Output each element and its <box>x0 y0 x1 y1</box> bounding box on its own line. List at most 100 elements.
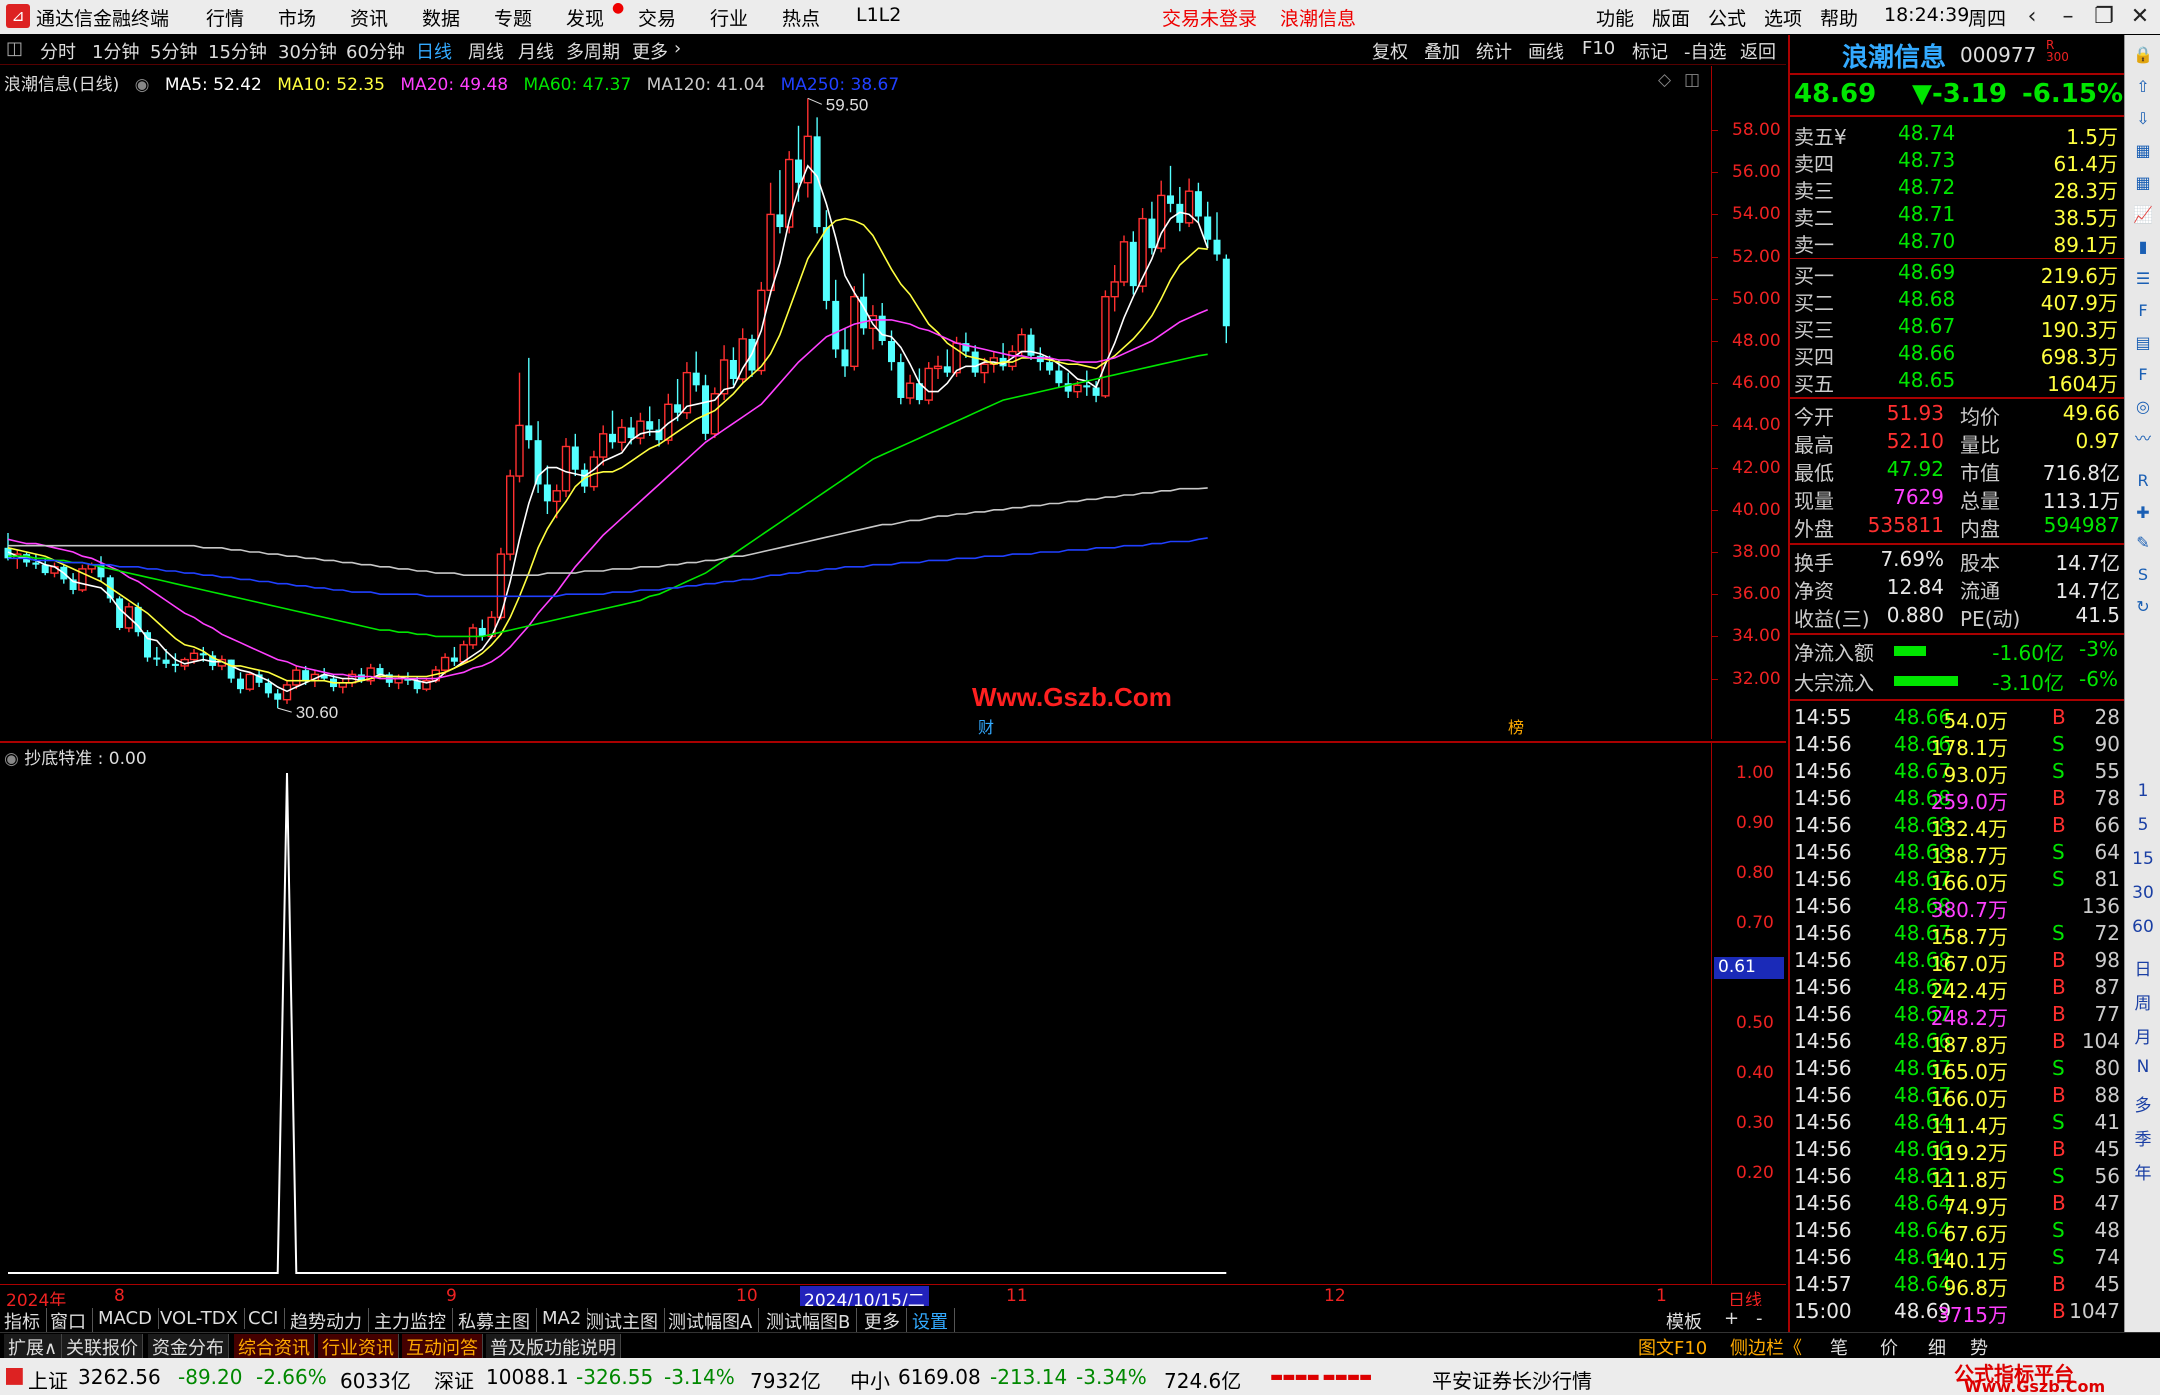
fs-icon[interactable]: S <box>2131 563 2155 587</box>
bottom-tab[interactable]: 综合资讯 <box>234 1334 315 1360</box>
period-shortcut[interactable]: 月 <box>2125 1023 2160 1048</box>
menu-hangye[interactable]: 行业 <box>710 4 748 31</box>
period-shortcut[interactable]: N <box>2125 1057 2160 1077</box>
bottom-tab-right[interactable]: 价 <box>1880 1334 1898 1360</box>
f2-icon[interactable]: F <box>2131 363 2155 387</box>
order-book-row[interactable]: 买一 48.69 219.6万 <box>1790 260 2124 288</box>
bottom-tab-right[interactable]: 势 <box>1970 1334 1988 1360</box>
menu-hangqing[interactable]: 行情 <box>206 4 244 31</box>
back-icon[interactable]: ‹ <box>2014 2 2050 32</box>
indicator-toggle-icon[interactable]: ◉ <box>4 749 19 769</box>
order-book-row[interactable]: 买五 48.65 1604万 <box>1790 368 2124 396</box>
tool-huaxian[interactable]: 画线 <box>1528 38 1564 64</box>
pen-icon[interactable]: ✎ <box>2131 531 2155 555</box>
period-shortcut[interactable]: 季 <box>2125 1125 2160 1150</box>
menu-shuju[interactable]: 数据 <box>422 4 460 31</box>
bottom-tab[interactable]: 关联报价 <box>62 1334 143 1360</box>
period-monthly[interactable]: 月线 <box>518 38 554 64</box>
toggle-panel-icon[interactable]: ◫ <box>6 38 23 59</box>
f10-icon[interactable]: F <box>2131 299 2155 323</box>
period-shortcut[interactable]: 1 <box>2125 781 2160 801</box>
rsi-icon[interactable]: R <box>2131 469 2155 493</box>
crosshair-icon[interactable]: ✚ <box>2131 501 2155 525</box>
indicator-tab[interactable]: 测试主图 <box>586 1308 665 1334</box>
order-book-row[interactable]: 买四 48.66 698.3万 <box>1790 341 2124 369</box>
order-book-row[interactable]: 卖一 48.70 89.1万 <box>1790 229 2124 257</box>
indicator-svg[interactable] <box>0 743 1711 1284</box>
menu-banmian[interactable]: 版面 <box>1652 4 1690 31</box>
restore-icon[interactable]: ❐ <box>2086 2 2122 32</box>
indicator-tab[interactable]: 测试幅图A <box>668 1308 760 1334</box>
period-5min[interactable]: 5分钟 <box>150 38 197 64</box>
order-book-row[interactable]: 卖三 48.72 28.3万 <box>1790 175 2124 203</box>
menu-gongshi[interactable]: 公式 <box>1708 4 1746 31</box>
indicator-tab-right[interactable]: 模板 <box>1666 1308 1702 1334</box>
bottom-tab[interactable]: 资金分布 <box>148 1334 229 1360</box>
tool-fanhui[interactable]: 返回 <box>1740 38 1776 64</box>
wave-icon[interactable]: 〰 <box>2131 427 2155 451</box>
chevron-right-icon[interactable]: › <box>674 38 681 59</box>
menu-jiaoyi[interactable]: 交易 <box>638 4 676 31</box>
scan-icon[interactable]: ◎ <box>2131 395 2155 419</box>
bottom-tab[interactable]: 扩展∧ <box>4 1334 63 1360</box>
menu-l1l2[interactable]: L1L2 <box>856 4 901 26</box>
legend-toggle-icon[interactable]: ◉ <box>135 75 150 95</box>
tool-zixuan[interactable]: -自选 <box>1684 38 1727 64</box>
indicator-tab[interactable]: 设置 <box>912 1308 955 1334</box>
line-chart-icon[interactable]: 📈 <box>2131 203 2155 227</box>
indicator-chart[interactable] <box>0 741 1711 1284</box>
bottom-tab[interactable]: 互动问答 <box>402 1334 483 1360</box>
indicator-tab-right[interactable]: + <box>1724 1308 1739 1329</box>
menu-faxian[interactable]: 发现 <box>566 4 604 31</box>
refresh-icon[interactable]: ↻ <box>2131 595 2155 619</box>
tool-tongji[interactable]: 统计 <box>1476 38 1512 64</box>
flow-row[interactable]: 大宗流入 -3.10亿 -6% <box>1790 667 2124 697</box>
period-shortcut[interactable]: 30 <box>2125 883 2160 903</box>
menu-xuanxiang[interactable]: 选项 <box>1764 4 1802 31</box>
zx-name[interactable]: 中小 <box>850 1365 890 1394</box>
order-book-row[interactable]: 卖五¥ 48.74 1.5万 <box>1790 121 2124 149</box>
indicator-tab[interactable]: 指标 <box>4 1308 47 1334</box>
period-shortcut[interactable]: 60 <box>2125 917 2160 937</box>
period-shortcut[interactable]: 多 <box>2125 1091 2160 1116</box>
indicator-tab[interactable]: CCI <box>248 1308 286 1329</box>
panel-icon[interactable]: ◫ <box>1684 70 1700 90</box>
arrow-up-icon[interactable]: ⇧ <box>2131 75 2155 99</box>
period-shortcut[interactable]: 年 <box>2125 1159 2160 1184</box>
indicator-tab[interactable]: 测试幅图B <box>766 1308 858 1334</box>
period-60min[interactable]: 60分钟 <box>346 38 405 64</box>
indicator-tab-right[interactable]: - <box>1756 1308 1763 1329</box>
indicator-tab[interactable]: 私募主图 <box>458 1308 537 1334</box>
close-icon[interactable]: ✕ <box>2122 2 2158 32</box>
order-book-row[interactable]: 卖四 48.73 61.4万 <box>1790 148 2124 176</box>
arrow-down-icon[interactable]: ⇩ <box>2131 107 2155 131</box>
bottom-tab-right[interactable]: 图文F10 <box>1638 1334 1707 1360</box>
menu-shichang[interactable]: 市场 <box>278 4 316 31</box>
indicator-tab[interactable]: MACD <box>98 1308 159 1329</box>
period-fenshi[interactable]: 分时 <box>40 38 76 64</box>
lock-icon[interactable]: 🔒 <box>2131 43 2155 67</box>
order-book-row[interactable]: 卖二 48.71 38.5万 <box>1790 202 2124 230</box>
indicator-tab[interactable]: 趋势动力 <box>290 1308 369 1334</box>
period-daily[interactable]: 日线 <box>416 38 452 64</box>
menu-gongneng[interactable]: 功能 <box>1596 4 1634 31</box>
flow-row[interactable]: 净流入额 -1.60亿 -3% <box>1790 637 2124 667</box>
menu-zixun[interactable]: 资讯 <box>350 4 388 31</box>
bottom-tab-right[interactable]: 侧边栏《 <box>1730 1334 1802 1360</box>
order-book-row[interactable]: 买二 48.68 407.9万 <box>1790 287 2124 315</box>
list-icon[interactable]: ☰ <box>2131 267 2155 291</box>
tool-fuquan[interactable]: 复权 <box>1372 38 1408 64</box>
bottom-tab-right[interactable]: 笔 <box>1830 1334 1848 1360</box>
order-book-row[interactable]: 买三 48.67 190.3万 <box>1790 314 2124 342</box>
menu-bangzhu[interactable]: 帮助 <box>1820 4 1858 31</box>
kline-chart[interactable]: 59.50 30.60 Www.Gszb.Com 财 榜 <box>0 66 1711 739</box>
indicator-tab[interactable]: MA2 <box>542 1308 589 1329</box>
candle-icon[interactable]: ▮ <box>2131 235 2155 259</box>
table-icon[interactable]: ▤ <box>2131 331 2155 355</box>
period-more[interactable]: 更多 <box>632 38 668 64</box>
bottom-tab[interactable]: 普及版功能说明 <box>486 1334 621 1360</box>
sh-name[interactable]: 上证 <box>28 1365 68 1394</box>
indicator-tab[interactable]: 更多 <box>864 1308 907 1334</box>
minimize-icon[interactable]: – <box>2050 2 2086 32</box>
tool-f10[interactable]: F10 <box>1582 38 1615 59</box>
